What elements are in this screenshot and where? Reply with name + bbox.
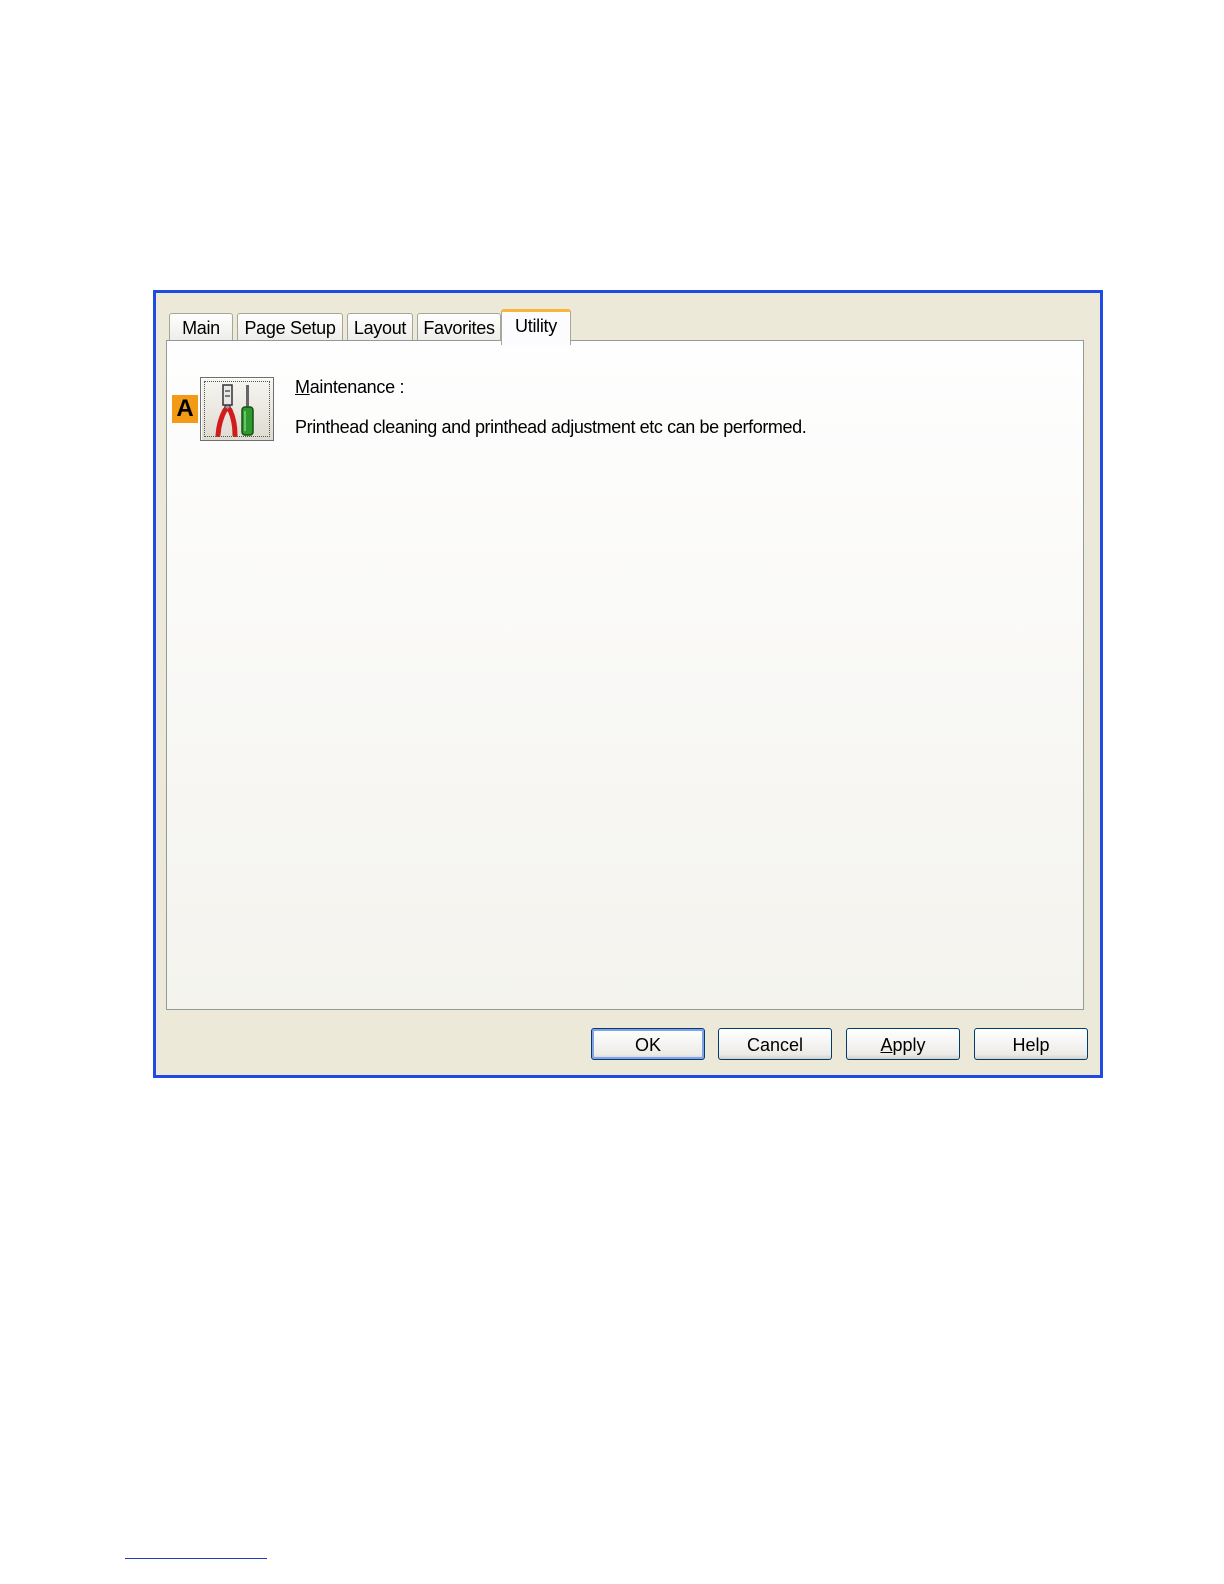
cancel-button[interactable]: Cancel xyxy=(718,1028,832,1060)
printer-properties-dialog: Main Page Setup Layout Favorites Utility… xyxy=(153,290,1103,1078)
apply-accel: A xyxy=(880,1035,893,1055)
tab-layout[interactable]: Layout xyxy=(347,313,413,343)
utility-panel: A Maintenance : Printhead cleaning and p… xyxy=(166,340,1084,1010)
maintenance-description: Printhead cleaning and printhead adjustm… xyxy=(295,417,807,437)
tab-utility[interactable]: Utility xyxy=(501,309,571,345)
maintenance-title: Maintenance : xyxy=(295,377,404,398)
callout-marker-a: A xyxy=(172,395,198,423)
tab-page-setup[interactable]: Page Setup xyxy=(237,313,343,343)
help-button[interactable]: Help xyxy=(974,1028,1088,1060)
apply-button[interactable]: Apply xyxy=(846,1028,960,1060)
tab-main[interactable]: Main xyxy=(169,313,233,343)
footer-divider xyxy=(125,1558,267,1559)
maintenance-button[interactable] xyxy=(200,377,274,441)
maintenance-title-accel: M xyxy=(295,377,310,397)
tab-favorites[interactable]: Favorites xyxy=(417,313,501,343)
maintenance-title-rest: aintenance : xyxy=(309,377,405,397)
ok-button[interactable]: OK xyxy=(591,1028,705,1060)
apply-rest: pply xyxy=(892,1035,926,1055)
